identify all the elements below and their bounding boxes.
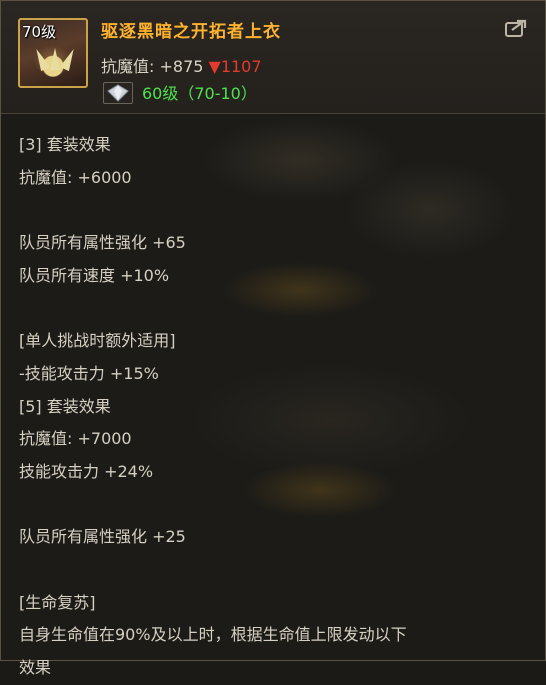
description-line: 队员所有速度 +10% bbox=[19, 265, 170, 285]
magic-resist-stat: 抗魔值: +875 ▼1107 bbox=[101, 53, 262, 77]
icon-spike bbox=[59, 46, 79, 72]
description-line: 自身生命值在90%及以上时，根据生命值上限发动以下 bbox=[19, 625, 407, 645]
description-line: 技能攻击力 +24% bbox=[19, 461, 154, 481]
description-line: 队员所有属性强化 +65 bbox=[19, 233, 186, 253]
description-line: 抗魔值: +7000 bbox=[19, 429, 132, 449]
description-line bbox=[19, 554, 529, 587]
description-line bbox=[19, 489, 529, 522]
description-line: 抗魔值: +6000 bbox=[19, 167, 132, 187]
set-effect-description: [3] 套装效果抗魔值: +6000 队员所有属性强化 +65 队员所有速度 +10… bbox=[19, 129, 529, 685]
item-tooltip: 70级 驱逐黑暗之开拓者上衣 抗魔值: +875 ▼1107 60级（70-10… bbox=[0, 0, 546, 677]
gem-icon bbox=[103, 82, 133, 104]
item-level-badge: 70级 bbox=[22, 23, 57, 41]
description-line bbox=[19, 194, 529, 227]
share-icon[interactable] bbox=[505, 19, 527, 37]
description-line: -技能攻击力 +15% bbox=[19, 363, 159, 383]
description-line: [生命复苏] bbox=[19, 592, 96, 612]
description-line bbox=[19, 292, 529, 325]
item-name: 驱逐黑暗之开拓者上衣 bbox=[101, 22, 281, 42]
description-line: 效果 bbox=[19, 658, 52, 677]
description-line: [3] 套装效果 bbox=[19, 135, 111, 154]
description-line: [单人挑战时额外适用] bbox=[19, 331, 176, 351]
tooltip-header: 70级 驱逐黑暗之开拓者上衣 抗魔值: +875 ▼1107 60级（70-10… bbox=[1, 1, 545, 114]
magic-resist-diff: ▼1107 bbox=[208, 57, 262, 76]
level-range: 60级（70-10） bbox=[142, 84, 257, 103]
icon-spike bbox=[31, 46, 51, 72]
item-chest-armor-icon[interactable]: 70级 bbox=[18, 18, 88, 88]
magic-resist-value: 抗魔值: +875 bbox=[101, 57, 209, 76]
description-line: [5] 套装效果 bbox=[19, 396, 111, 416]
description-line: 队员所有属性强化 +25 bbox=[19, 527, 186, 547]
